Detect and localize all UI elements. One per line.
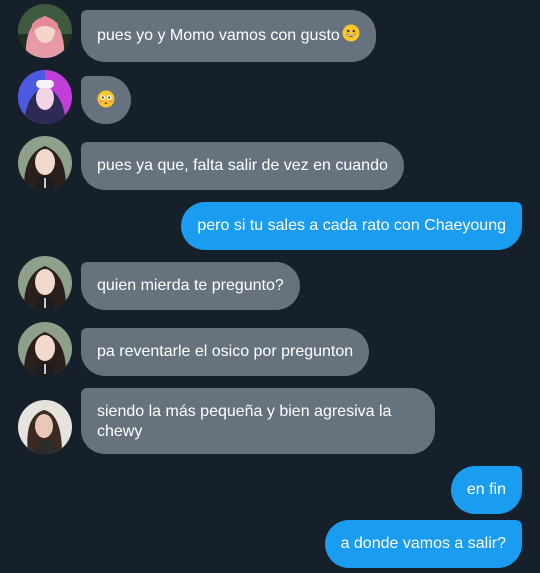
message-bubble[interactable]: pues ya que, falta salir de vez en cuand… <box>81 142 404 190</box>
message-text: siendo la más pequeña y bien agresiva la… <box>97 403 392 440</box>
message-bubble[interactable]: pero si tu sales a cada rato con Chaeyou… <box>181 202 522 250</box>
message-text: quien mierda te pregunto? <box>97 277 284 294</box>
message-text: pues yo y Momo vamos con gusto <box>97 27 340 45</box>
message-text: en fin <box>466 481 506 498</box>
chat-thread: pues yo y Momo vamos con gusto pues ya q… <box>0 0 540 573</box>
message-bubble[interactable]: pues yo y Momo vamos con gusto <box>81 10 376 62</box>
message-text: pa reventarle el osico por pregunton <box>97 343 354 360</box>
message-bubble[interactable]: quien mierda te pregunto? <box>81 262 300 310</box>
dark-hair-avatar[interactable] <box>18 256 72 310</box>
message-bubble[interactable] <box>81 76 131 124</box>
message-bubble[interactable]: pa reventarle el osico por pregunton <box>81 328 370 376</box>
pink-hair-avatar[interactable] <box>18 4 72 58</box>
dark-hair-avatar[interactable] <box>18 136 72 190</box>
message-bubble[interactable]: en fin <box>450 466 522 514</box>
message-text: pues ya que, falta salir de vez en cuand… <box>97 157 388 174</box>
message-bubble[interactable]: a donde vamos a salir? <box>324 520 522 568</box>
message-text: pero si tu sales a cada rato con Chaeyou… <box>197 217 506 234</box>
neon-avatar[interactable] <box>18 70 72 124</box>
grinning-face-icon <box>342 24 360 48</box>
flushed-face-icon <box>97 90 115 114</box>
message-text: a donde vamos a salir? <box>340 535 506 552</box>
dark-hair-avatar[interactable] <box>18 322 72 376</box>
long-hair-avatar[interactable] <box>18 400 72 454</box>
message-bubble[interactable]: siendo la más pequeña y bien agresiva la… <box>81 388 435 454</box>
